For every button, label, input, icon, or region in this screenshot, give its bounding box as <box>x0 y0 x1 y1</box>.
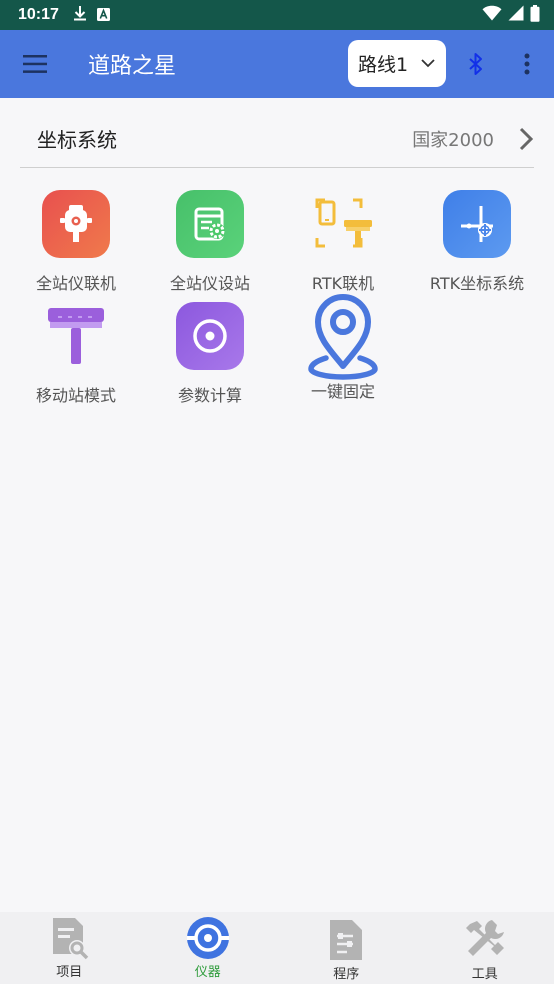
parameter-calc-icon <box>176 302 244 370</box>
app-title: 道路之星 <box>88 54 177 79</box>
menu-button[interactable] <box>0 30 70 98</box>
route-select-value: 路线1 <box>358 54 409 76</box>
total-station-connect-icon <box>42 190 110 258</box>
status-bar: 10:17 <box>0 0 554 30</box>
app-bar: 道路之星 路线1 <box>0 30 554 98</box>
function-total-station-connect[interactable]: 全站仪联机 <box>9 190 143 300</box>
coordinate-system-row[interactable]: 坐标系统 国家2000 <box>20 110 534 168</box>
nav-item-tools[interactable]: 工具 <box>416 912 554 984</box>
rtk-coordinate-icon <box>443 190 511 258</box>
signal-icon <box>508 5 524 25</box>
bluetooth-icon <box>469 53 482 75</box>
more-vert-icon <box>524 53 530 75</box>
coordinate-system-value: 国家2000 <box>412 129 494 151</box>
function-parameter-calc[interactable]: 参数计算 <box>143 302 277 412</box>
nav-label: 程序 <box>333 967 360 982</box>
instrument-icon <box>186 917 229 959</box>
bluetooth-button[interactable] <box>462 50 490 78</box>
nav-label: 工具 <box>471 967 498 982</box>
rtk-connect-icon <box>309 190 377 258</box>
tools-icon <box>465 920 504 956</box>
wifi-icon <box>482 5 502 25</box>
bottom-navigation: 项目 仪器 程序 工具 <box>0 912 554 984</box>
function-label: 参数计算 <box>177 386 242 405</box>
nav-item-project[interactable]: 项目 <box>0 912 139 984</box>
function-one-key-fix[interactable]: 一键固定 <box>276 292 410 402</box>
nav-item-program[interactable]: 程序 <box>277 912 416 984</box>
route-select[interactable]: 路线1 <box>348 40 446 87</box>
hamburger-menu-icon <box>23 55 47 73</box>
function-total-station-setup[interactable]: 全站仪设站 <box>143 190 277 300</box>
battery-icon <box>530 4 540 26</box>
rover-mode-icon <box>42 302 110 370</box>
function-label: RTK联机 <box>311 274 375 293</box>
project-icon <box>53 918 89 960</box>
chevron-right-icon <box>518 127 534 155</box>
nav-label: 仪器 <box>194 965 221 980</box>
keyboard-a-icon <box>96 6 110 25</box>
function-label: 移动站模式 <box>35 386 116 405</box>
nav-label: 项目 <box>56 965 83 980</box>
function-rtk-connect[interactable]: RTK联机 <box>276 190 410 300</box>
function-label: 全站仪联机 <box>35 274 116 293</box>
function-label: 一键固定 <box>310 382 375 401</box>
coordinate-system-label: 坐标系统 <box>37 128 117 152</box>
function-label: 全站仪设站 <box>169 274 250 293</box>
more-options-button[interactable] <box>514 48 540 80</box>
function-rtk-coordinate-system[interactable]: RTK坐标系统 <box>410 190 544 300</box>
one-key-fix-icon <box>303 292 383 380</box>
download-icon <box>73 5 87 25</box>
program-icon <box>330 920 363 960</box>
nav-item-instrument[interactable]: 仪器 <box>139 912 278 984</box>
status-time: 10:17 <box>18 6 59 23</box>
total-station-setup-icon <box>176 190 244 258</box>
function-label: RTK坐标系统 <box>429 274 525 293</box>
chevron-down-icon <box>420 55 436 75</box>
function-rover-mode[interactable]: 移动站模式 <box>9 302 143 412</box>
